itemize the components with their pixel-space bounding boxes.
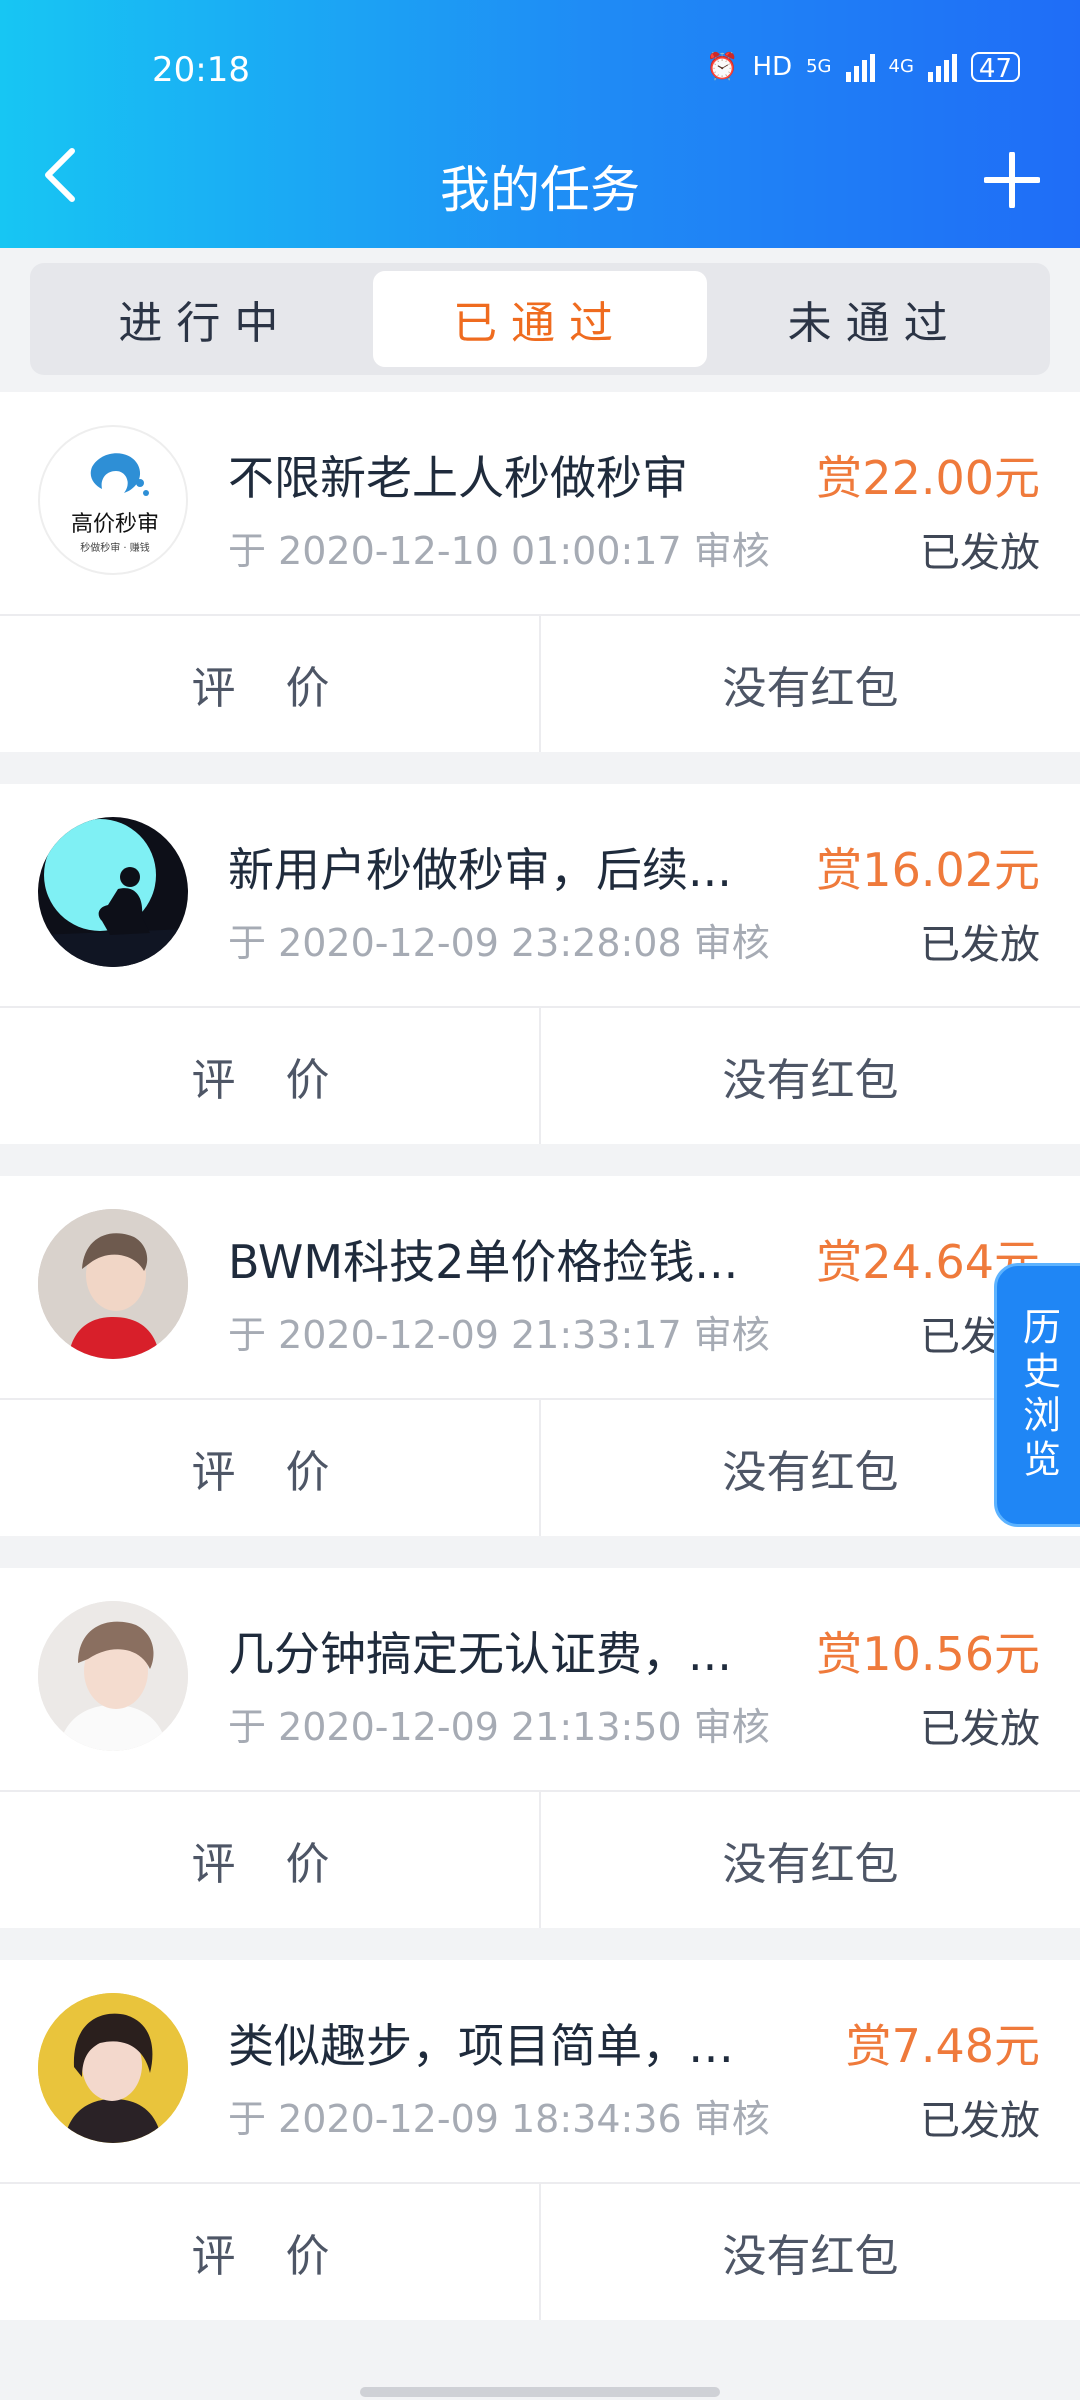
red-packet-button[interactable]: 没有红包 — [539, 616, 1080, 752]
status-time: 20:18 — [152, 50, 250, 90]
task-card[interactable]: 类似趣步，项目简单，提... 于 2020-12-09 18:34:36 审核 … — [0, 1960, 1080, 2320]
task-title: 新用户秒做秒审，后续... — [228, 843, 732, 897]
rate-button[interactable]: 评 价 — [0, 1400, 539, 1536]
task-reward: 赏7.48元 — [845, 2019, 1040, 2073]
task-actions: 评 价 没有红包 — [0, 1008, 1080, 1144]
task-actions: 评 价 没有红包 — [0, 616, 1080, 752]
avatar-logo-text: 高价秒审 — [71, 512, 159, 537]
task-actions: 评 价 没有红包 — [0, 2184, 1080, 2320]
battery-icon: 47 — [970, 52, 1020, 84]
task-review-time: 于 2020-12-09 23:28:08 审核 — [228, 921, 770, 965]
signal-5g-label: 5G — [806, 56, 832, 77]
rate-button[interactable]: 评 价 — [0, 1792, 539, 1928]
task-card[interactable]: 新用户秒做秒审，后续... 于 2020-12-09 23:28:08 审核 赏… — [0, 784, 1080, 1144]
task-card[interactable]: 高价秒审 秒做秒审 · 赚钱 不限新老上人秒做秒审 于 2020-12-10 0… — [0, 392, 1080, 752]
hd-indicator: HD — [752, 52, 793, 82]
red-packet-button[interactable]: 没有红包 — [539, 2184, 1080, 2320]
avatar: 高价秒审 秒做秒审 · 赚钱 — [38, 425, 188, 575]
task-card-body[interactable]: 新用户秒做秒审，后续... 于 2020-12-09 23:28:08 审核 赏… — [0, 784, 1080, 1008]
history-browse-button[interactable]: 历史浏览 — [994, 1263, 1080, 1527]
payout-status: 已发放 — [920, 1706, 1040, 1752]
task-title: 几分钟搞定无认证费，... — [228, 1627, 732, 1681]
payout-status: 已发放 — [920, 922, 1040, 968]
avatar-logo-subtext: 秒做秒审 · 赚钱 — [80, 541, 150, 554]
task-review-time: 于 2020-12-09 21:33:17 审核 — [228, 1313, 770, 1357]
rate-button[interactable]: 评 价 — [0, 2184, 539, 2320]
status-tabs: 进行中 已通过 未通过 — [30, 263, 1050, 375]
task-review-time: 于 2020-12-09 18:34:36 审核 — [228, 2097, 770, 2141]
alarm-icon: ⏰ — [706, 52, 739, 82]
red-packet-button[interactable]: 没有红包 — [539, 1008, 1080, 1144]
page-title: 我的任务 — [440, 161, 640, 219]
status-icons: ⏰ HD 5G 4G 47 — [706, 52, 1020, 84]
avatar — [38, 817, 188, 967]
task-actions: 评 价 没有红包 — [0, 1792, 1080, 1928]
task-card-body[interactable]: 高价秒审 秒做秒审 · 赚钱 不限新老上人秒做秒审 于 2020-12-10 0… — [0, 392, 1080, 616]
task-card-body[interactable]: 几分钟搞定无认证费，... 于 2020-12-09 21:13:50 审核 赏… — [0, 1568, 1080, 1792]
signal-4g-label: 4G — [888, 56, 914, 77]
plus-icon — [983, 151, 1041, 209]
tab-in-progress[interactable]: 进行中 — [38, 271, 373, 367]
task-card[interactable]: 几分钟搞定无认证费，... 于 2020-12-09 21:13:50 审核 赏… — [0, 1568, 1080, 1928]
signal-bars-icon — [927, 52, 957, 82]
signal-bars-icon — [845, 52, 875, 82]
task-title: BWM科技2单价格捡钱... — [228, 1235, 739, 1289]
payout-status: 已发放 — [920, 530, 1040, 576]
rate-button[interactable]: 评 价 — [0, 1008, 539, 1144]
add-button[interactable] — [983, 151, 1041, 209]
task-card-body[interactable]: BWM科技2单价格捡钱... 于 2020-12-09 21:33:17 审核 … — [0, 1176, 1080, 1400]
tab-approved[interactable]: 已通过 — [372, 271, 708, 367]
home-indicator[interactable] — [360, 2387, 720, 2397]
task-review-time: 于 2020-12-10 01:00:17 审核 — [228, 529, 770, 573]
app-header: 20:18 ⏰ HD 5G 4G 47 我的任务 — [0, 0, 1080, 248]
avatar — [38, 1993, 188, 2143]
task-list: 高价秒审 秒做秒审 · 赚钱 不限新老上人秒做秒审 于 2020-12-10 0… — [0, 392, 1080, 2352]
task-reward: 赏22.00元 — [816, 451, 1040, 505]
task-reward: 赏10.56元 — [816, 1627, 1040, 1681]
task-title: 类似趣步，项目简单，提... — [228, 2019, 748, 2073]
task-actions: 评 价 没有红包 — [0, 1400, 1080, 1536]
task-reward: 赏16.02元 — [816, 843, 1040, 897]
task-title: 不限新老上人秒做秒审 — [228, 451, 688, 505]
avatar — [38, 1601, 188, 1751]
rate-button[interactable]: 评 价 — [0, 616, 539, 752]
task-review-time: 于 2020-12-09 21:13:50 审核 — [228, 1705, 770, 1749]
tab-rejected[interactable]: 未通过 — [707, 271, 1042, 367]
task-card-body[interactable]: 类似趣步，项目简单，提... 于 2020-12-09 18:34:36 审核 … — [0, 1960, 1080, 2184]
red-packet-button[interactable]: 没有红包 — [539, 1792, 1080, 1928]
task-card[interactable]: BWM科技2单价格捡钱... 于 2020-12-09 21:33:17 审核 … — [0, 1176, 1080, 1536]
payout-status: 已发放 — [920, 2098, 1040, 2144]
avatar — [38, 1209, 188, 1359]
